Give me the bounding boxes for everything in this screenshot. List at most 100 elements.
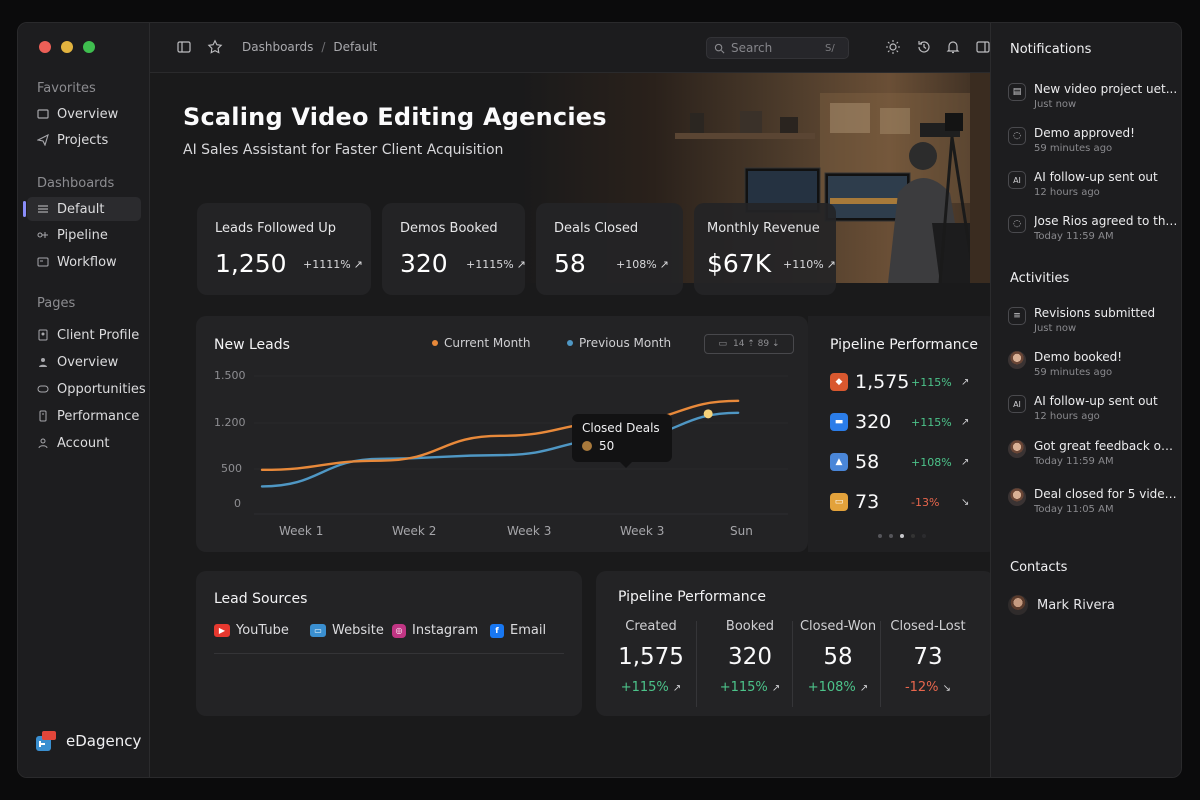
stat-delta: -12% ↘ bbox=[873, 680, 983, 695]
stat-delta: +115% ↗ bbox=[700, 680, 800, 695]
kpi-card-revenue[interactable]: Monthly Revenue $67K +110% ↗ bbox=[694, 203, 836, 295]
pipeline-side-row[interactable]: ◆ 1,575 +115% ↗ bbox=[830, 371, 975, 393]
notifications-item[interactable]: AI AI follow-up sent out 12 hours ago bbox=[1008, 170, 1176, 204]
page-dot-active[interactable] bbox=[900, 534, 904, 538]
page-dot[interactable] bbox=[889, 534, 893, 538]
sun-icon[interactable] bbox=[885, 39, 901, 55]
kpi-delta: +110% ↗ bbox=[783, 258, 836, 271]
contact-item[interactable]: Mark Rivera bbox=[1008, 595, 1115, 615]
trend-up-icon: ↗ bbox=[859, 683, 869, 694]
contact-name: Mark Rivera bbox=[1037, 597, 1115, 613]
activities-item[interactable]: AI AI follow-up sent out 12 hours ago bbox=[1008, 394, 1176, 428]
pipeline-side-row[interactable]: ▲ 58 +108% ↗ bbox=[830, 451, 975, 473]
document-icon: ▤ bbox=[1008, 83, 1026, 101]
sidebar-item-workflow[interactable]: Workflow bbox=[27, 250, 141, 274]
brand[interactable]: eDagency bbox=[34, 729, 141, 753]
kpi-delta-text: +1115% bbox=[466, 258, 514, 271]
activities-time: Today 11:59 AM bbox=[1034, 456, 1114, 467]
breadcrumb-default[interactable]: Default bbox=[333, 40, 377, 54]
source-instagram[interactable]: ◎ Instagram bbox=[392, 623, 478, 638]
avatar bbox=[1008, 595, 1028, 615]
breadcrumb-separator: / bbox=[321, 40, 326, 54]
history-icon[interactable] bbox=[916, 39, 932, 55]
notifications-text: AI follow-up sent out bbox=[1034, 170, 1158, 184]
sidebar-item-performance[interactable]: Performance bbox=[27, 404, 141, 428]
breadcrumb-dashboards[interactable]: Dashboards bbox=[242, 40, 313, 54]
panel-toggle-icon[interactable] bbox=[975, 39, 991, 55]
stat-delta: +115% ↗ bbox=[601, 680, 701, 695]
trend-up-icon: ↗ bbox=[961, 456, 970, 468]
close-window-button[interactable] bbox=[39, 41, 51, 53]
highlight-point[interactable] bbox=[703, 409, 713, 419]
pipeline-side-delta: +108% bbox=[911, 455, 952, 469]
star-icon[interactable] bbox=[207, 39, 223, 55]
avatar bbox=[1008, 488, 1026, 506]
pagination-dots[interactable] bbox=[878, 534, 926, 538]
page-title: Scaling Video Editing Agencies bbox=[183, 103, 607, 131]
opportunities-icon bbox=[37, 383, 49, 395]
ai-icon: AI bbox=[1008, 395, 1026, 413]
minimize-window-button[interactable] bbox=[61, 41, 73, 53]
brand-logo-icon bbox=[34, 729, 58, 753]
pipeline-side-value: 320 bbox=[855, 411, 892, 433]
notifications-item[interactable]: ◌ Demo approved! 59 minutes ago bbox=[1008, 126, 1176, 160]
avatar bbox=[1008, 440, 1026, 458]
x-tick-label: Sun bbox=[730, 524, 753, 538]
sidebar-item-overview-page[interactable]: Overview bbox=[27, 350, 141, 374]
activities-text: Demo booked! bbox=[1034, 350, 1123, 364]
sidebar-toggle-icon[interactable] bbox=[176, 39, 192, 55]
main-content: Scaling Video Editing Agencies AI Sales … bbox=[150, 73, 990, 777]
page-dot[interactable] bbox=[922, 534, 926, 538]
account-icon bbox=[37, 437, 49, 449]
new-leads-card: New Leads Current Month Previous Month ▭… bbox=[196, 316, 808, 552]
triangle-icon: ▲ bbox=[830, 453, 848, 471]
pipeline-side-row[interactable]: ▬ 320 +115% ↗ bbox=[830, 411, 975, 433]
projects-icon bbox=[37, 134, 49, 146]
maximize-window-button[interactable] bbox=[83, 41, 95, 53]
avatar bbox=[1008, 351, 1026, 369]
check-circle-icon: ◌ bbox=[1008, 127, 1026, 145]
sidebar: Favorites Overview Projects Dashboards D… bbox=[18, 23, 150, 777]
page-dot[interactable] bbox=[911, 534, 915, 538]
notifications-text: Demo approved! bbox=[1034, 126, 1135, 140]
kpi-label: Demos Booked bbox=[400, 221, 498, 236]
stat-booked: Booked 320 +115% ↗ bbox=[700, 619, 800, 695]
sidebar-item-client-profile[interactable]: Client Profile bbox=[27, 323, 141, 347]
activities-time: Just now bbox=[1034, 323, 1077, 334]
sidebar-item-overview[interactable]: Overview bbox=[27, 102, 141, 126]
kpi-card-leads[interactable]: Leads Followed Up 1,250 +1111% ↗ bbox=[197, 203, 371, 295]
sidebar-item-opportunities[interactable]: Opportunities bbox=[27, 377, 146, 401]
kpi-card-deals[interactable]: Deals Closed 58 +108% ↗ bbox=[536, 203, 683, 295]
search-box[interactable]: S/ bbox=[706, 37, 849, 59]
notifications-time: Today 11:59 AM bbox=[1034, 231, 1114, 242]
source-youtube[interactable]: ▶ YouTube bbox=[214, 623, 289, 638]
kpi-card-demos[interactable]: Demos Booked 320 +1115% ↗ bbox=[382, 203, 526, 295]
pipeline-side-delta: +115% bbox=[911, 375, 952, 389]
notifications-item[interactable]: ▤ New video project uet... Just now bbox=[1008, 82, 1177, 116]
pipeline-performance-card: Pipeline Performance Created 1,575 +115%… bbox=[596, 571, 990, 716]
stat-delta-text: +108% bbox=[807, 680, 856, 695]
kpi-label: Monthly Revenue bbox=[707, 221, 820, 236]
kpi-delta: +1111% ↗ bbox=[303, 258, 363, 271]
source-website[interactable]: ▭ Website bbox=[310, 623, 384, 638]
source-email[interactable]: f Email bbox=[490, 623, 546, 638]
activities-item[interactable]: Got great feedback on edit Today 11:59 AM bbox=[1008, 439, 1178, 473]
notifications-item[interactable]: ◌ Jose Rios agreed to the... Today 11:59 A… bbox=[1008, 214, 1178, 248]
sidebar-item-account[interactable]: Account bbox=[27, 431, 141, 455]
sidebar-item-pipeline[interactable]: Pipeline bbox=[27, 223, 141, 247]
page-dot[interactable] bbox=[878, 534, 882, 538]
pipeline-side-row[interactable]: ▭ 73 -13% ↘ bbox=[830, 491, 975, 513]
stat-delta-text: +115% bbox=[719, 680, 768, 695]
sidebar-item-projects[interactable]: Projects bbox=[27, 128, 141, 152]
search-input[interactable] bbox=[731, 41, 819, 55]
activities-item[interactable]: ≡ Revisions submitted Just now bbox=[1008, 306, 1176, 340]
tooltip-title: Closed Deals bbox=[582, 421, 660, 435]
activities-item[interactable]: Demo booked! 59 minutes ago bbox=[1008, 350, 1176, 384]
sidebar-item-default[interactable]: Default bbox=[23, 197, 141, 221]
bell-icon[interactable] bbox=[945, 39, 961, 55]
sidebar-item-label: Opportunities bbox=[57, 381, 146, 397]
stat-value: 1,575 bbox=[618, 644, 684, 670]
x-tick-label: Week 2 bbox=[392, 524, 437, 538]
activities-item[interactable]: Deal closed for 5 videos Today 11:05 AM bbox=[1008, 487, 1178, 521]
new-leads-chart[interactable] bbox=[196, 316, 808, 552]
